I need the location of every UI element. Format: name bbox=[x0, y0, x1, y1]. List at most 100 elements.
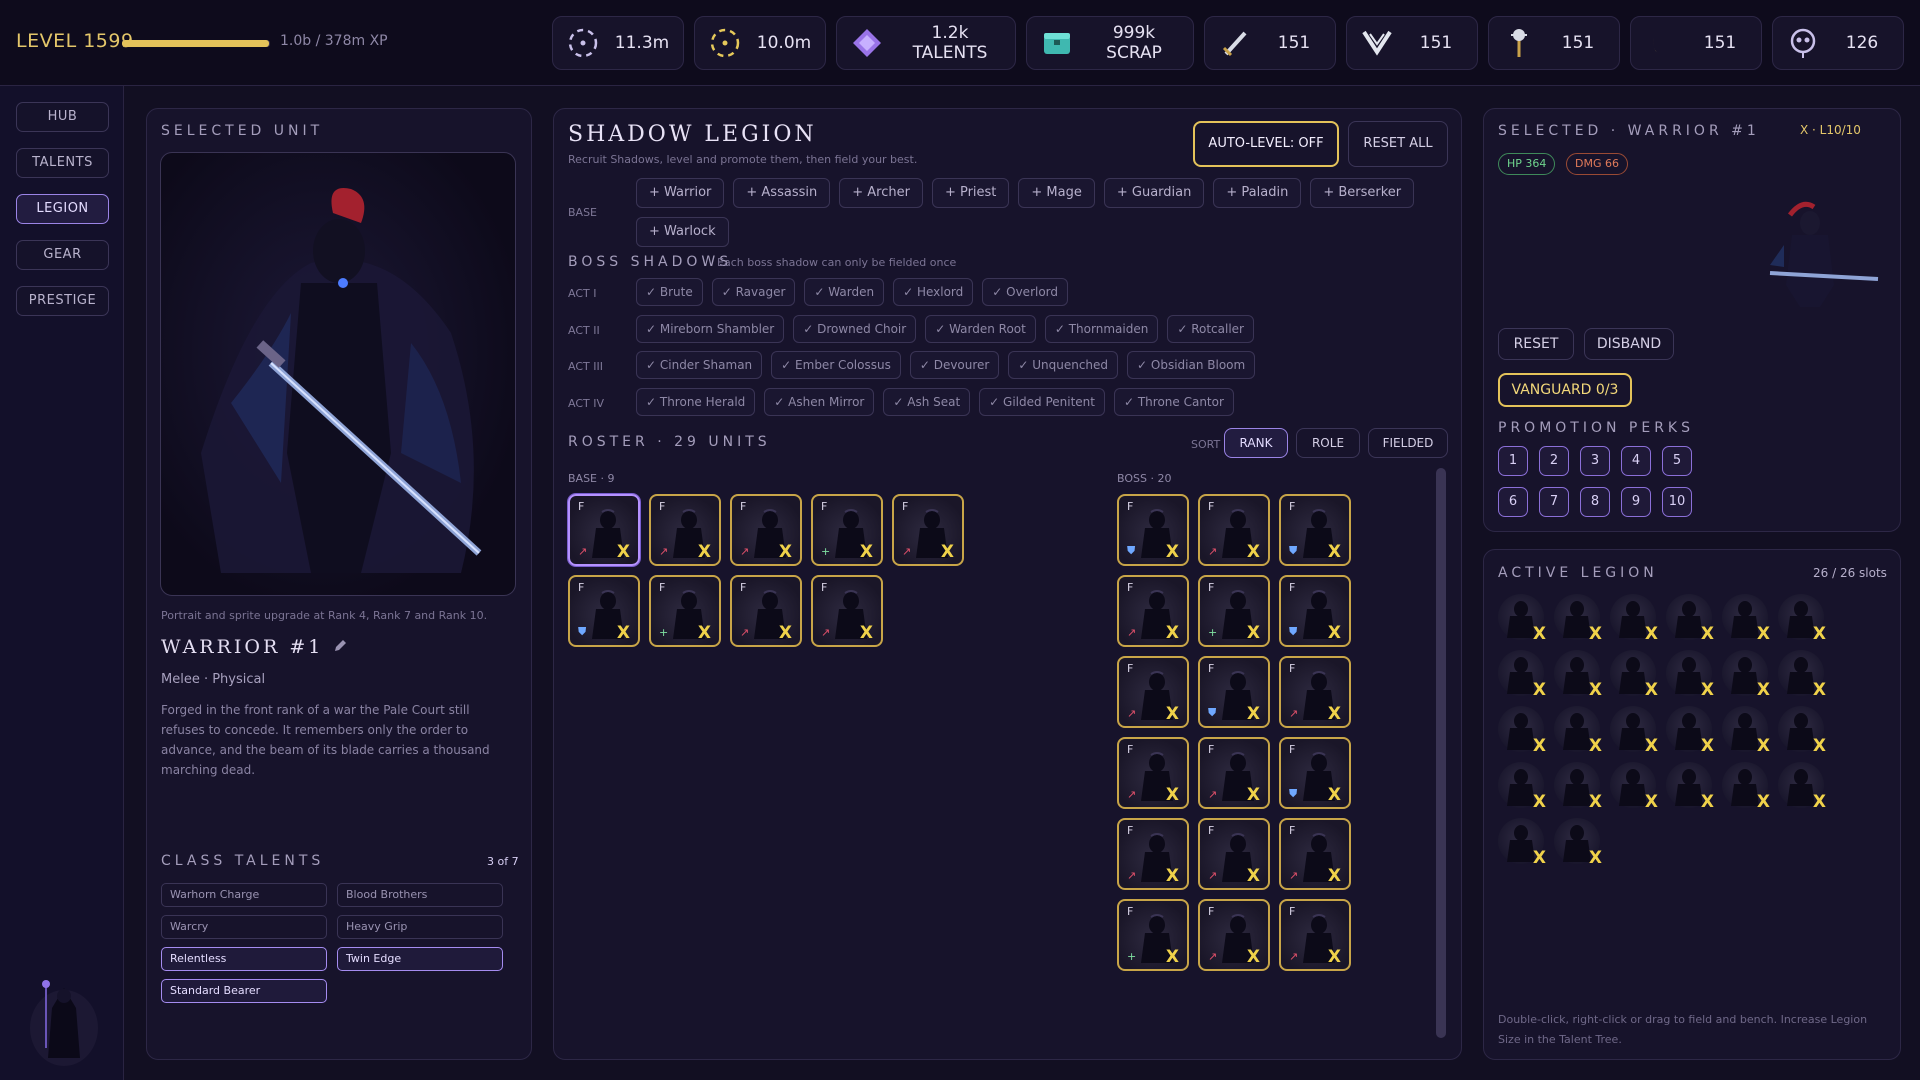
player-avatar[interactable] bbox=[24, 968, 104, 1068]
roster-unit[interactable]: F ⛊ X bbox=[1279, 494, 1351, 566]
boss-chip[interactable]: ✓ Overlord bbox=[982, 278, 1069, 306]
roster-unit[interactable]: F ↗ X bbox=[1117, 737, 1189, 809]
active-legion-unit[interactable]: X bbox=[1498, 706, 1546, 756]
reset-all-button[interactable]: RESET ALL bbox=[1348, 121, 1448, 167]
roster-unit[interactable]: F ↗ X bbox=[1198, 494, 1270, 566]
boss-chip[interactable]: ✓ Throne Herald bbox=[636, 388, 756, 416]
boss-chip[interactable]: ✓ Mireborn Shambler bbox=[636, 315, 785, 343]
talent-heavy-grip[interactable]: Heavy Grip bbox=[337, 915, 503, 939]
promotion-perk[interactable]: 1 bbox=[1498, 446, 1528, 476]
recruit-guardian-button[interactable]: + Guardian bbox=[1103, 178, 1205, 208]
roster-unit[interactable]: F ↗ X bbox=[568, 494, 640, 566]
promotion-perk[interactable]: 2 bbox=[1539, 446, 1569, 476]
promotion-perk[interactable]: 4 bbox=[1621, 446, 1651, 476]
roster-unit[interactable]: F ↗ X bbox=[1279, 656, 1351, 728]
active-legion-unit[interactable]: X bbox=[1498, 594, 1546, 644]
active-legion-unit[interactable]: X bbox=[1722, 706, 1770, 756]
edit-pencil-icon[interactable] bbox=[333, 638, 347, 657]
roster-unit[interactable]: F ⛊ X bbox=[1198, 656, 1270, 728]
active-legion-unit[interactable]: X bbox=[1778, 762, 1826, 812]
promotion-perk[interactable]: 8 bbox=[1580, 487, 1610, 517]
roster-unit[interactable]: F + X bbox=[649, 575, 721, 647]
boss-chip[interactable]: ✓ Cinder Shaman bbox=[636, 351, 763, 379]
active-legion-unit[interactable]: X bbox=[1554, 594, 1602, 644]
talent-relentless[interactable]: Relentless bbox=[161, 947, 327, 971]
active-legion-unit[interactable]: X bbox=[1554, 706, 1602, 756]
roster-unit[interactable]: F ↗ X bbox=[1198, 899, 1270, 971]
active-legion-unit[interactable]: X bbox=[1666, 762, 1714, 812]
boss-chip[interactable]: ✓ Devourer bbox=[909, 351, 1000, 379]
boss-chip[interactable]: ✓ Gilded Penitent bbox=[979, 388, 1105, 416]
nav-talents[interactable]: TALENTS bbox=[16, 148, 109, 178]
boss-chip[interactable]: ✓ Rotcaller bbox=[1167, 315, 1254, 343]
resource-mace[interactable]: 151 bbox=[1488, 16, 1620, 70]
talent-warcry[interactable]: Warcry bbox=[161, 915, 327, 939]
boss-chip[interactable]: ✓ Ash Seat bbox=[883, 388, 971, 416]
auto-level-toggle[interactable]: AUTO-LEVEL: OFF bbox=[1193, 121, 1339, 167]
promotion-perk[interactable]: 3 bbox=[1580, 446, 1610, 476]
active-legion-unit[interactable]: X bbox=[1554, 818, 1602, 868]
recruit-assassin-button[interactable]: + Assassin bbox=[733, 178, 831, 208]
recruit-priest-button[interactable]: + Priest bbox=[931, 178, 1010, 208]
talent-blood-brothers[interactable]: Blood Brothers bbox=[337, 883, 503, 907]
roster-unit[interactable]: F ↗ X bbox=[1117, 575, 1189, 647]
active-legion-unit[interactable]: X bbox=[1610, 762, 1658, 812]
roster-unit[interactable]: F + X bbox=[1198, 575, 1270, 647]
vanguard-button[interactable]: VANGUARD 0/3 bbox=[1498, 373, 1632, 407]
roster-unit[interactable]: F ↗ X bbox=[811, 575, 883, 647]
boss-chip[interactable]: ✓ Throne Cantor bbox=[1113, 388, 1234, 416]
roster-unit[interactable]: F + X bbox=[811, 494, 883, 566]
promotion-perk[interactable]: 7 bbox=[1539, 487, 1569, 517]
roster-unit[interactable]: F ⛊ X bbox=[1279, 575, 1351, 647]
roster-unit[interactable]: F ↗ X bbox=[1279, 818, 1351, 890]
boss-chip[interactable]: ✓ Ashen Mirror bbox=[764, 388, 875, 416]
resource-skull[interactable]: 126 bbox=[1772, 16, 1904, 70]
nav-hub[interactable]: HUB bbox=[16, 102, 109, 132]
boss-chip[interactable]: ✓ Hexlord bbox=[893, 278, 974, 306]
roster-unit[interactable]: F ⛊ X bbox=[568, 575, 640, 647]
roster-unit[interactable]: F ↗ X bbox=[1198, 818, 1270, 890]
promotion-perk[interactable]: 10 bbox=[1662, 487, 1692, 517]
reset-unit-button[interactable]: RESET bbox=[1498, 328, 1574, 360]
disband-unit-button[interactable]: DISBAND bbox=[1584, 328, 1674, 360]
resource-horns[interactable]: 151 bbox=[1346, 16, 1478, 70]
roster-unit[interactable]: F ↗ X bbox=[1198, 737, 1270, 809]
roster-unit[interactable]: F ↗ X bbox=[1117, 656, 1189, 728]
talent-standard-bearer[interactable]: Standard Bearer bbox=[161, 979, 327, 1003]
boss-chip[interactable]: ✓ Unquenched bbox=[1008, 351, 1119, 379]
active-legion-unit[interactable]: X bbox=[1666, 650, 1714, 700]
active-legion-unit[interactable]: X bbox=[1498, 762, 1546, 812]
boss-chip[interactable]: ✓ Drowned Choir bbox=[793, 315, 917, 343]
promotion-perk[interactable]: 6 bbox=[1498, 487, 1528, 517]
boss-chip[interactable]: ✓ Obsidian Bloom bbox=[1127, 351, 1256, 379]
boss-chip[interactable]: ✓ Ember Colossus bbox=[771, 351, 901, 379]
active-legion-unit[interactable]: X bbox=[1778, 594, 1826, 644]
boss-chip[interactable]: ✓ Thornmaiden bbox=[1044, 315, 1159, 343]
active-legion-unit[interactable]: X bbox=[1722, 762, 1770, 812]
recruit-berserker-button[interactable]: + Berserker bbox=[1310, 178, 1415, 208]
active-legion-unit[interactable]: X bbox=[1610, 594, 1658, 644]
nav-prestige[interactable]: PRESTIGE bbox=[16, 286, 109, 316]
active-legion-unit[interactable]: X bbox=[1778, 706, 1826, 756]
boss-chip[interactable]: ✓ Warden Root bbox=[925, 315, 1036, 343]
roster-unit[interactable]: F ⛊ X bbox=[1117, 494, 1189, 566]
talent-warhorn-charge[interactable]: Warhorn Charge bbox=[161, 883, 327, 907]
roster-unit[interactable]: F ⛊ X bbox=[1279, 737, 1351, 809]
resource-sword[interactable]: 151 bbox=[1204, 16, 1336, 70]
recruit-warrior-button[interactable]: + Warrior bbox=[636, 178, 725, 208]
roster-unit[interactable]: F ↗ X bbox=[730, 575, 802, 647]
boss-chip[interactable]: ✓ Warden bbox=[804, 278, 885, 306]
recruit-archer-button[interactable]: + Archer bbox=[839, 178, 923, 208]
roster-unit[interactable]: F ↗ X bbox=[649, 494, 721, 566]
resource-crescent[interactable]: 151 bbox=[1630, 16, 1762, 70]
active-legion-unit[interactable]: X bbox=[1498, 650, 1546, 700]
resource-soul[interactable]: 10.0m bbox=[694, 16, 826, 70]
nav-gear[interactable]: GEAR bbox=[16, 240, 109, 270]
recruit-mage-button[interactable]: + Mage bbox=[1018, 178, 1095, 208]
promotion-perk[interactable]: 5 bbox=[1662, 446, 1692, 476]
boss-chip[interactable]: ✓ Brute bbox=[636, 278, 703, 306]
active-legion-unit[interactable]: X bbox=[1554, 762, 1602, 812]
active-legion-unit[interactable]: X bbox=[1554, 650, 1602, 700]
active-legion-unit[interactable]: X bbox=[1666, 706, 1714, 756]
promotion-perk[interactable]: 9 bbox=[1621, 487, 1651, 517]
